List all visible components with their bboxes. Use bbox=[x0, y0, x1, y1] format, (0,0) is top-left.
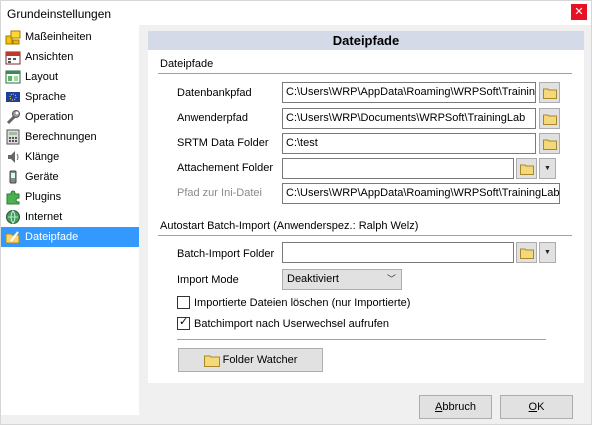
batch-on-user-switch-checkbox[interactable] bbox=[177, 315, 190, 330]
calendar-icon bbox=[5, 49, 21, 65]
batch-import-folder-label: Batch-Import Folder bbox=[177, 248, 275, 260]
folder-icon bbox=[519, 248, 534, 259]
sidebar-item-operation[interactable]: Operation bbox=[1, 107, 139, 127]
title-bar: Grundeinstellungen ✕ bbox=[1, 1, 591, 25]
panel-title: Dateipfade bbox=[148, 31, 584, 50]
srtm-folder-field[interactable]: C:\test bbox=[282, 133, 536, 154]
batch-import-browse-button[interactable] bbox=[516, 242, 537, 263]
sidebar-item-plugins[interactable]: Plugins bbox=[1, 187, 139, 207]
puzzle-icon bbox=[5, 189, 21, 205]
db-path-label: Datenbankpfad bbox=[177, 87, 252, 99]
section-divider bbox=[158, 73, 572, 74]
folder-watcher-button[interactable]: Folder Watcher bbox=[178, 348, 323, 372]
section-divider bbox=[177, 339, 546, 340]
section-divider bbox=[158, 235, 572, 236]
import-mode-label: Import Mode bbox=[177, 274, 239, 286]
globe-icon bbox=[5, 209, 21, 225]
speaker-icon bbox=[5, 149, 21, 165]
delete-imported-label: Importierte Dateien löschen (nur Importi… bbox=[194, 296, 411, 309]
section-label-dateipfade: Dateipfade bbox=[160, 58, 214, 70]
settings-dialog: Grundeinstellungen ✕ Maßeinheiten Ansich… bbox=[0, 0, 592, 425]
section-label-autostart: Autostart Batch-Import (Anwenderspez.: R… bbox=[160, 220, 419, 232]
folder-icon bbox=[203, 355, 220, 367]
cancel-button[interactable]: Abbruch bbox=[419, 395, 492, 419]
batch-on-user-switch-option[interactable]: Batchimport nach Userwechsel aufrufen bbox=[177, 315, 390, 330]
attachment-folder-browse-button[interactable] bbox=[516, 158, 537, 179]
sidebar-item-ansichten[interactable]: Ansichten bbox=[1, 47, 139, 67]
sidebar-item-layout[interactable]: Layout bbox=[1, 67, 139, 87]
sidebar-item-label: Geräte bbox=[25, 171, 59, 183]
import-mode-value: Deaktiviert bbox=[287, 273, 339, 285]
folder-icon bbox=[542, 139, 557, 150]
close-button[interactable]: ✕ bbox=[571, 4, 587, 20]
sidebar-item-dateipfade[interactable]: Dateipfade bbox=[1, 227, 139, 247]
sidebar-item-masseinheiten[interactable]: Maßeinheiten bbox=[1, 27, 139, 47]
sidebar-item-berechnungen[interactable]: Berechnungen bbox=[1, 127, 139, 147]
srtm-folder-label: SRTM Data Folder bbox=[177, 137, 269, 149]
attachment-folder-label: Attachement Folder bbox=[177, 162, 273, 174]
db-path-browse-button[interactable] bbox=[539, 82, 560, 103]
batch-import-dropdown-button[interactable]: ▼ bbox=[539, 242, 556, 263]
sidebar-item-label: Layout bbox=[25, 71, 59, 83]
batch-on-user-switch-label: Batchimport nach Userwechsel aufrufen bbox=[194, 317, 390, 330]
layout-icon bbox=[5, 69, 21, 85]
attachment-folder-field[interactable] bbox=[282, 158, 514, 179]
sidebar-item-label: Operation bbox=[25, 111, 74, 123]
delete-imported-checkbox[interactable] bbox=[177, 296, 190, 309]
folder-watcher-label: Folder Watcher bbox=[222, 354, 298, 366]
chevron-down-icon: ﹀ bbox=[386, 274, 396, 284]
sidebar-item-label: Berechnungen bbox=[25, 131, 97, 143]
folder-pen-icon bbox=[5, 229, 21, 245]
sidebar-item-internet[interactable]: Internet bbox=[1, 207, 139, 227]
srtm-folder-browse-button[interactable] bbox=[539, 133, 560, 154]
sidebar-item-sprache[interactable]: Sprache bbox=[1, 87, 139, 107]
category-list: Maßeinheiten Ansichten Layout Sprache Op… bbox=[1, 25, 139, 415]
sidebar-item-label: Sprache bbox=[25, 91, 66, 103]
ok-mnemonic: O bbox=[528, 401, 538, 413]
ok-label: K bbox=[537, 401, 545, 413]
delete-imported-option[interactable]: Importierte Dateien löschen (nur Importi… bbox=[177, 296, 410, 309]
user-path-label: Anwenderpfad bbox=[177, 112, 248, 124]
ok-button[interactable]: OK bbox=[500, 395, 573, 419]
user-path-browse-button[interactable] bbox=[539, 108, 560, 129]
db-path-field[interactable]: C:\Users\WRP\AppData\Roaming\WRPSoft\Tra… bbox=[282, 82, 536, 103]
calculator-icon bbox=[5, 129, 21, 145]
device-icon bbox=[5, 169, 21, 185]
sidebar-item-klaenge[interactable]: Klänge bbox=[1, 147, 139, 167]
wrench-icon bbox=[5, 109, 21, 125]
sidebar-item-geraete[interactable]: Geräte bbox=[1, 167, 139, 187]
cancel-label: bbruch bbox=[442, 401, 476, 413]
window-title: Grundeinstellungen bbox=[7, 7, 112, 21]
ruler-icon bbox=[5, 29, 21, 45]
sidebar-item-label: Dateipfade bbox=[25, 231, 79, 243]
ini-path-field[interactable]: C:\Users\WRP\AppData\Roaming\WRPSoft\Tra… bbox=[282, 183, 560, 204]
batch-import-folder-field[interactable] bbox=[282, 242, 514, 263]
attachment-folder-dropdown-button[interactable]: ▼ bbox=[539, 158, 556, 179]
ini-path-label: Pfad zur Ini-Datei bbox=[177, 187, 262, 199]
user-path-field[interactable]: C:\Users\WRP\Documents\WRPSoft\TrainingL… bbox=[282, 108, 536, 129]
settings-panel: Dateipfade Dateipfade Datenbankpfad C:\U… bbox=[148, 31, 584, 383]
sidebar-item-label: Ansichten bbox=[25, 51, 74, 63]
folder-icon bbox=[519, 164, 534, 175]
sidebar-item-label: Klänge bbox=[25, 151, 60, 163]
folder-icon bbox=[542, 114, 557, 125]
folder-icon bbox=[542, 88, 557, 99]
sidebar-item-label: Internet bbox=[25, 211, 63, 223]
flag-icon bbox=[5, 89, 21, 105]
sidebar-item-label: Plugins bbox=[25, 191, 62, 203]
sidebar-item-label: Maßeinheiten bbox=[25, 31, 92, 43]
import-mode-select[interactable]: Deaktiviert ﹀ bbox=[282, 269, 402, 290]
